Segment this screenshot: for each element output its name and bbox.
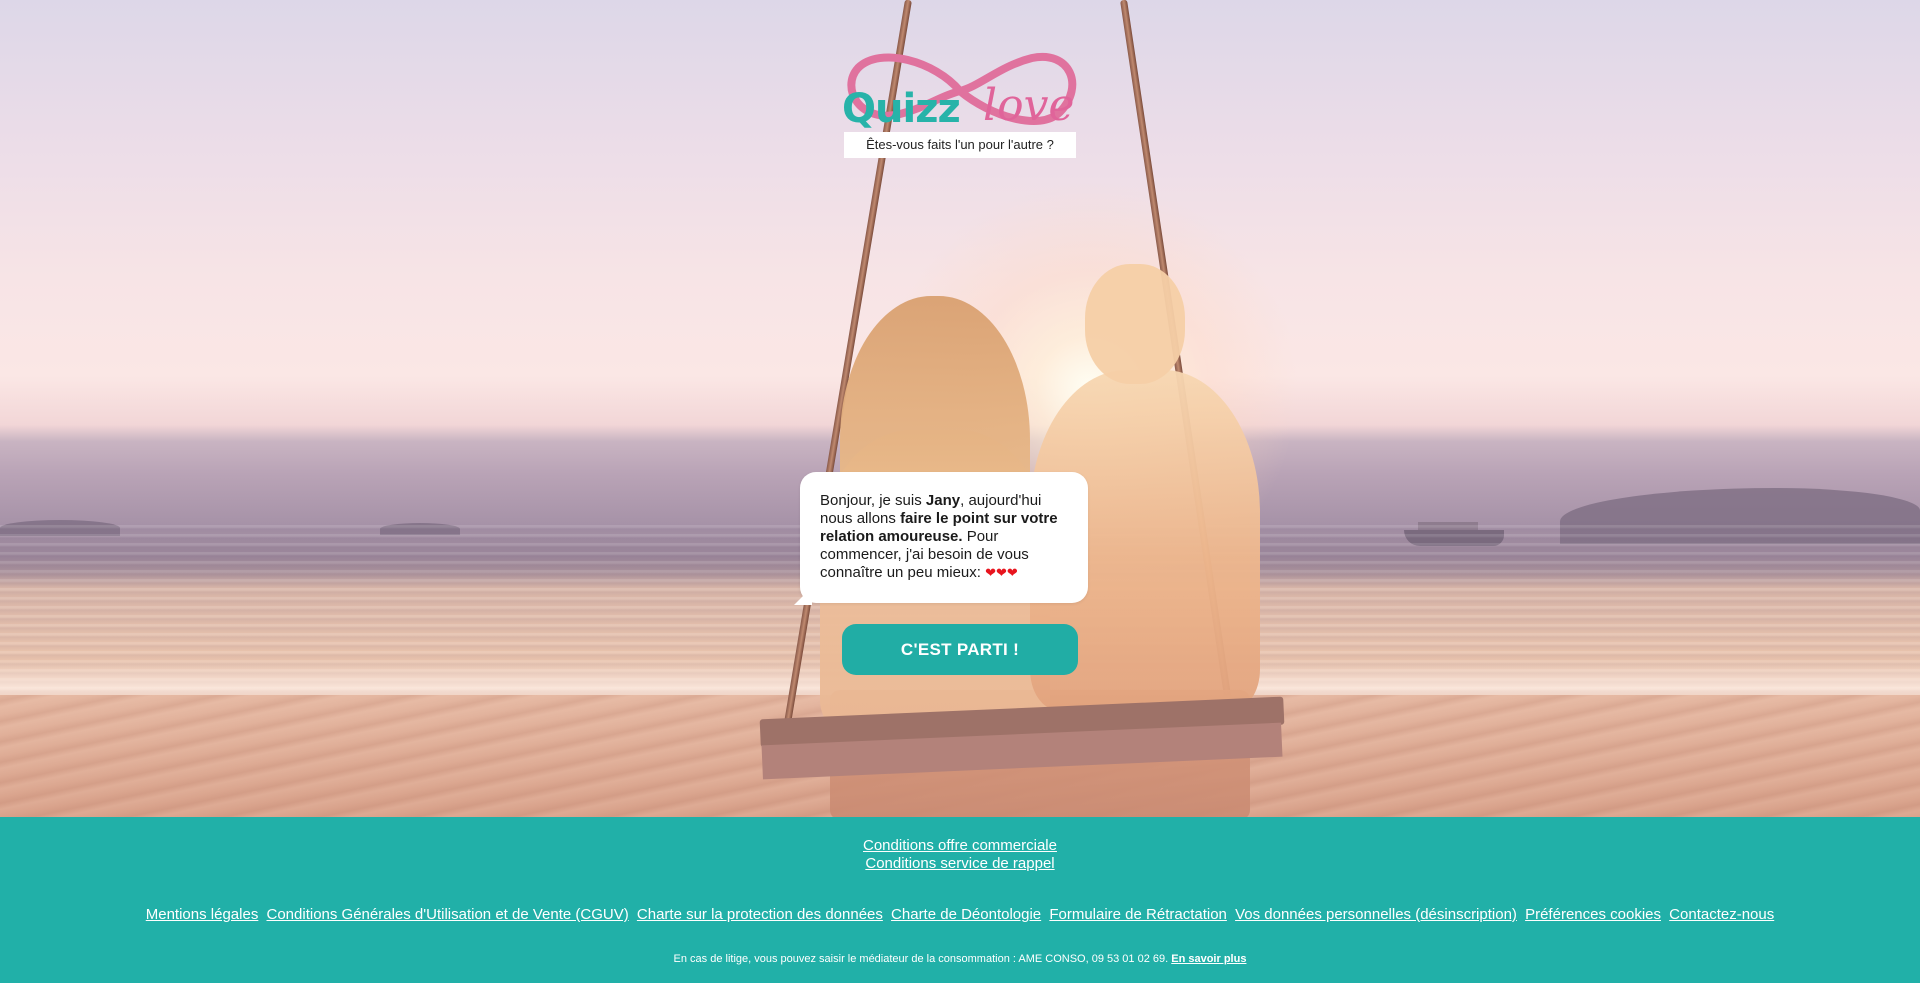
hearts-icon: ❤❤❤ (985, 565, 1018, 580)
quizz-love-logo[interactable]: Quizz love (840, 46, 1080, 136)
chat-bubble: Bonjour, je suis Jany, aujourd'hui nous … (800, 472, 1088, 603)
tagline: Êtes-vous faits l'un pour l'autre ? (844, 132, 1076, 158)
link-deontologie[interactable]: Charte de Déontologie (891, 906, 1041, 923)
footer: Conditions offre commerciale Conditions … (0, 817, 1920, 983)
bubble-text-part1: Bonjour, je suis (820, 492, 926, 509)
link-retractation[interactable]: Formulaire de Rétractation (1049, 906, 1227, 923)
mediator-notice: En cas de litige, vous pouvez saisir le … (0, 953, 1920, 965)
link-en-savoir-plus[interactable]: En savoir plus (1171, 953, 1246, 965)
link-contact[interactable]: Contactez-nous (1669, 906, 1774, 923)
offer-links: Conditions offre commerciale Conditions … (0, 837, 1920, 873)
link-desinscription[interactable]: Vos données personnelles (désinscription… (1235, 906, 1517, 923)
link-protection-donnees[interactable]: Charte sur la protection des données (637, 906, 883, 923)
man-head (1085, 264, 1185, 384)
start-button[interactable]: C'EST PARTI ! (842, 624, 1078, 675)
link-cguv[interactable]: Conditions Générales d'Utilisation et de… (267, 906, 629, 923)
link-preferences-cookies[interactable]: Préférences cookies (1525, 906, 1661, 923)
bubble-name: Jany (925, 492, 961, 509)
logo-text-love: love (983, 80, 1075, 131)
link-mentions-legales[interactable]: Mentions légales (146, 906, 259, 923)
legal-links: Mentions légales Conditions Générales d'… (0, 906, 1920, 923)
mediator-text: En cas de litige, vous pouvez saisir le … (673, 953, 1169, 965)
logo-text-quizz: Quizz (842, 86, 961, 132)
link-conditions-offre[interactable]: Conditions offre commerciale (0, 837, 1920, 855)
link-conditions-rappel[interactable]: Conditions service de rappel (0, 855, 1920, 873)
